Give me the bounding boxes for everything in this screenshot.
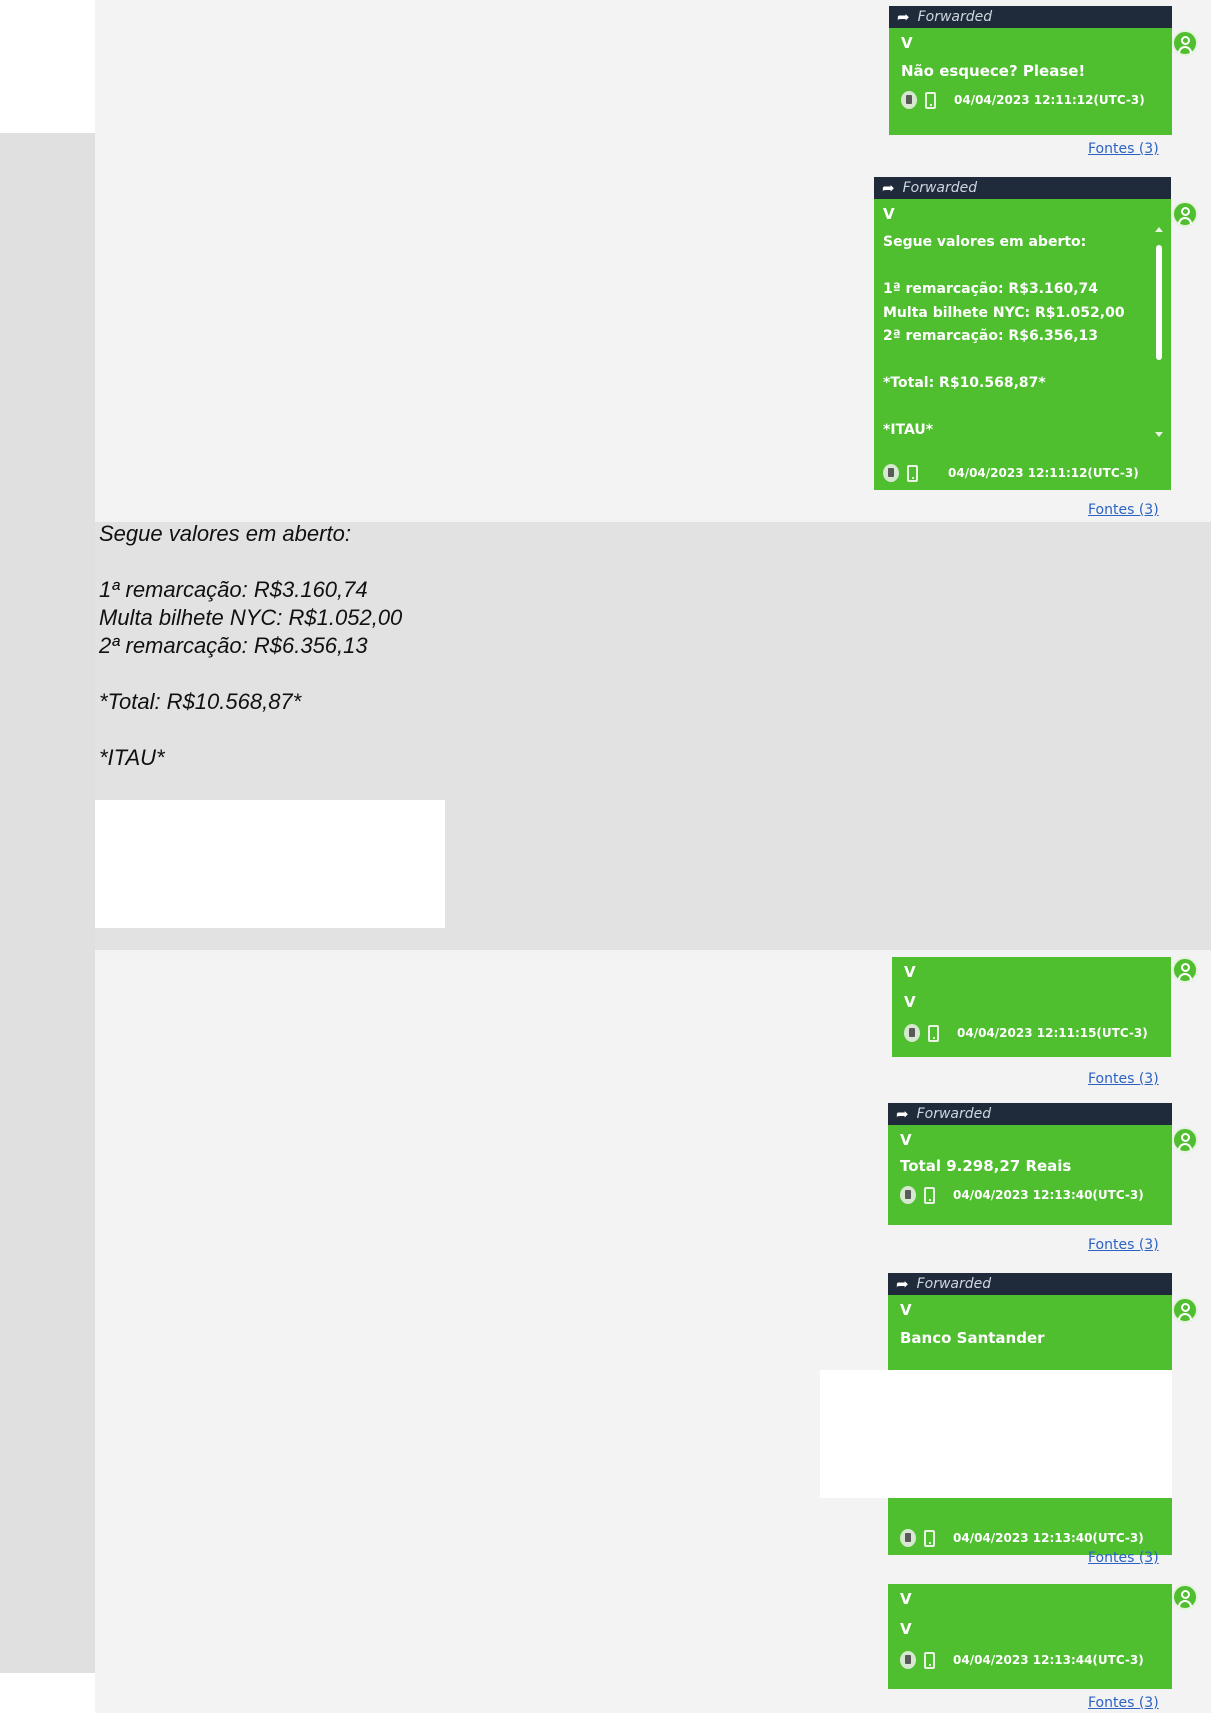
trash-icon[interactable] [883,464,899,482]
message-6[interactable]: V V 04/04/2023 12:13:44(UTC-3) [888,1584,1172,1689]
phone-icon [924,1529,935,1547]
avatar-icon [1172,1127,1198,1153]
message-bubble: V V 04/04/2023 12:13:44(UTC-3) [888,1584,1172,1689]
message-text: Total 9.298,27 Reais [900,1157,1072,1175]
left-gutter [0,133,95,1673]
trash-icon[interactable] [900,1651,916,1669]
trash-icon[interactable] [900,1186,916,1204]
forward-arrow-icon: ➦ [896,1105,909,1123]
redaction-box [820,1370,1172,1498]
message-timestamp: 04/04/2023 12:13:40(UTC-3) [953,1531,1144,1545]
sources-link[interactable]: Fontes (3) [1088,502,1159,518]
message-meta: 04/04/2023 12:13:40(UTC-3) [900,1529,1144,1547]
sources-link[interactable]: Fontes (3) [1088,1695,1159,1711]
forwarded-bar: ➦ Forwarded [888,1103,1172,1125]
scroll-thumb[interactable] [1156,245,1162,360]
message-bubble: V V 04/04/2023 12:11:15(UTC-3) [892,957,1171,1057]
message-meta: 04/04/2023 12:11:12(UTC-3) [901,91,1162,109]
message-meta: 04/04/2023 12:13:44(UTC-3) [900,1651,1162,1669]
sources-link[interactable]: Fontes (3) [1088,1550,1159,1566]
forwarded-label: Forwarded [916,1106,992,1122]
message-forwarded-2[interactable]: ➦ Forwarded V Segue valores em aberto: 1… [874,177,1171,490]
forwarded-bar: ➦ Forwarded [889,6,1172,28]
forwarded-bar: ➦ Forwarded [874,177,1171,199]
forward-arrow-icon: ➦ [897,8,910,26]
message-text: Não esquece? Please! [901,62,1086,80]
message-bubble: V Total 9.298,27 Reais 04/04/2023 12:13:… [888,1125,1172,1225]
message-meta: 04/04/2023 12:11:12(UTC-3) [883,464,1139,482]
message-meta: 04/04/2023 12:13:40(UTC-3) [900,1186,1162,1204]
forwarded-label: Forwarded [916,1276,992,1292]
sources-link[interactable]: Fontes (3) [1088,1071,1159,1087]
message-timestamp: 04/04/2023 12:13:44(UTC-3) [953,1653,1144,1667]
message-3[interactable]: V V 04/04/2023 12:11:15(UTC-3) [892,957,1171,1057]
message-bubble: V Não esquece? Please! 04/04/2023 12:11:… [889,28,1172,135]
scroll-down-icon[interactable] [1155,432,1163,437]
avatar-icon [1172,957,1198,983]
message-text: Segue valores em aberto: 1ª remarcação: … [883,234,1125,438]
message-sender: V [900,1590,912,1608]
phone-icon [925,91,936,109]
scroll-up-icon[interactable] [1155,227,1163,232]
sources-link[interactable]: Fontes (3) [1088,1237,1159,1253]
transcribed-message-text: Segue valores em aberto: 1ª remarcação: … [99,521,403,770]
message-text: V [904,993,916,1011]
phone-icon [928,1024,939,1042]
message-meta: 04/04/2023 12:11:15(UTC-3) [904,1024,1161,1042]
message-sender: V [904,963,916,981]
message-sender: V [900,1131,912,1149]
phone-icon [907,464,918,482]
message-text: V [900,1620,912,1638]
message-sender: V [901,34,913,52]
message-sender: V [883,205,895,223]
forwarded-bar: ➦ Forwarded [888,1273,1172,1295]
forwarded-label: Forwarded [917,9,993,25]
avatar-icon [1172,201,1198,227]
forward-arrow-icon: ➦ [882,179,895,197]
message-sender: V [900,1301,912,1319]
message-bubble: V Segue valores em aberto: 1ª remarcação… [874,199,1171,490]
trash-icon[interactable] [901,91,917,109]
message-timestamp: 04/04/2023 12:11:15(UTC-3) [957,1026,1148,1040]
forward-arrow-icon: ➦ [896,1275,909,1293]
message-forwarded-4[interactable]: ➦ Forwarded V Total 9.298,27 Reais 04/04… [888,1103,1172,1225]
message-timestamp: 04/04/2023 12:11:12(UTC-3) [948,466,1139,480]
message-forwarded-1[interactable]: ➦ Forwarded V Não esquece? Please! 04/04… [889,6,1172,135]
trash-icon[interactable] [904,1024,920,1042]
avatar-icon [1172,1584,1198,1610]
message-timestamp: 04/04/2023 12:13:40(UTC-3) [953,1188,1144,1202]
phone-icon [924,1651,935,1669]
trash-icon[interactable] [900,1529,916,1547]
sources-link[interactable]: Fontes (3) [1088,141,1159,157]
avatar-icon [1172,30,1198,56]
message-timestamp: 04/04/2023 12:11:12(UTC-3) [954,93,1145,107]
phone-icon [924,1186,935,1204]
forwarded-label: Forwarded [902,180,978,196]
redaction-box [95,800,445,928]
message-scrollbar[interactable] [1155,227,1163,437]
avatar-icon [1172,1297,1198,1323]
message-text: Banco Santander [900,1329,1045,1347]
